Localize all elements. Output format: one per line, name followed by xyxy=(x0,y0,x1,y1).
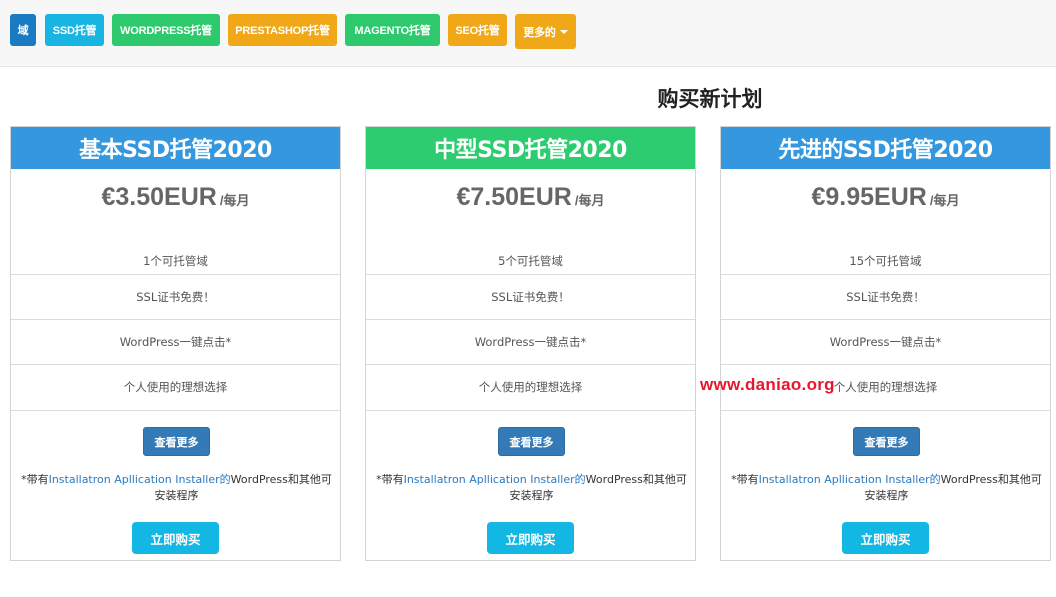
feature-text: 15个可托管域 xyxy=(849,253,922,268)
tab-prestashop-hosting-label: PRESTASHOP托管 xyxy=(235,25,330,37)
view-more-button[interactable]: 查看更多 xyxy=(498,427,565,456)
feature-text: WordPress一键点击* xyxy=(474,335,587,349)
plan-header: 中型SSD托管2020 xyxy=(366,127,695,169)
feature-divider xyxy=(11,410,340,411)
installer-link[interactable]: Installatron Apllication Installer的 xyxy=(759,473,941,486)
feature-item: SSL证书免费！ xyxy=(721,274,1050,319)
plan-header: 先进的SSD托管2020 xyxy=(721,127,1050,169)
feature-item: WordPress一键点击* xyxy=(366,319,695,364)
plan-price: €9.95EUR xyxy=(811,183,927,211)
tab-seo-hosting[interactable]: SEO托管 xyxy=(448,14,507,46)
feature-item: 个人使用的理想选择 xyxy=(11,364,340,409)
feature-text: SSL证书免费！ xyxy=(136,290,215,304)
installer-link[interactable]: Installatron Apllication Installer的 xyxy=(404,473,586,486)
feature-text: 个人使用的理想选择 xyxy=(478,380,583,394)
feature-item: WordPress一键点击* xyxy=(721,319,1050,364)
view-more-button[interactable]: 查看更多 xyxy=(853,427,920,456)
feature-item: 个人使用的理想选择 xyxy=(366,364,695,409)
tab-domains-label: 域 xyxy=(17,25,29,37)
plan-price: €7.50EUR xyxy=(456,183,572,211)
plan-period: /每月 xyxy=(574,193,605,208)
more-dropdown[interactable]: 更多的 xyxy=(515,14,576,49)
plan-name: 基本SSD托管2020 xyxy=(79,138,272,163)
tab-prestashop-hosting[interactable]: PRESTASHOP托管 xyxy=(228,14,337,46)
feature-text: SSL证书免费！ xyxy=(491,290,570,304)
installer-note: *带有Installatron Apllication Installer的Wo… xyxy=(376,472,687,504)
plan-card-advanced: 先进的SSD托管2020 €9.95EUR/每月 15个可托管域 SSL证书免费… xyxy=(720,126,1051,561)
tab-wordpress-hosting[interactable]: WORDPRESS托管 xyxy=(112,14,220,46)
feature-text: WordPress一键点击* xyxy=(829,335,942,349)
tab-wordpress-hosting-label: WORDPRESS托管 xyxy=(120,25,212,37)
feature-divider xyxy=(721,410,1050,411)
caret-down-icon xyxy=(559,30,568,34)
note-prefix: *带有 xyxy=(376,473,404,486)
feature-text: 1个可托管域 xyxy=(143,253,208,268)
feature-item: SSL证书免费！ xyxy=(11,274,340,319)
plan-price: €3.50EUR xyxy=(101,183,217,211)
price-row: €9.95EUR/每月 xyxy=(721,183,1050,212)
watermark: www.daniao.org xyxy=(700,375,835,394)
plan-card-basic: 基本SSD托管2020 €3.50EUR/每月 1个可托管域 SSL证书免费！ … xyxy=(10,126,341,561)
top-nav-bar: 域 SSD托管 WORDPRESS托管 PRESTASHOP托管 MAGENTO… xyxy=(0,0,1056,67)
plan-card-medium: 中型SSD托管2020 €7.50EUR/每月 5个可托管域 SSL证书免费！ … xyxy=(365,126,696,561)
plan-period: /每月 xyxy=(929,193,960,208)
tab-ssd-hosting[interactable]: SSD托管 xyxy=(45,14,104,46)
plan-period: /每月 xyxy=(219,193,250,208)
installer-note: *带有Installatron Apllication Installer的Wo… xyxy=(21,472,332,504)
tab-seo-hosting-label: SEO托管 xyxy=(455,25,500,37)
view-more-button[interactable]: 查看更多 xyxy=(143,427,210,456)
plan-name: 先进的SSD托管2020 xyxy=(778,138,993,163)
price-row: €7.50EUR/每月 xyxy=(366,183,695,212)
tab-domains[interactable]: 域 xyxy=(10,14,36,46)
note-prefix: *带有 xyxy=(731,473,759,486)
feature-divider xyxy=(366,410,695,411)
buy-now-button[interactable]: 立即购买 xyxy=(487,522,574,554)
feature-item: SSL证书免费！ xyxy=(366,274,695,319)
tab-magento-hosting-label: MAGENTO托管 xyxy=(354,25,431,37)
price-row: €3.50EUR/每月 xyxy=(11,183,340,212)
tab-ssd-hosting-label: SSD托管 xyxy=(52,25,97,37)
feature-text: WordPress一键点击* xyxy=(119,335,232,349)
buy-now-button[interactable]: 立即购买 xyxy=(842,522,929,554)
installer-link[interactable]: Installatron Apllication Installer的 xyxy=(49,473,231,486)
note-prefix: *带有 xyxy=(21,473,49,486)
feature-text: 个人使用的理想选择 xyxy=(833,380,938,394)
feature-item: WordPress一键点击* xyxy=(11,319,340,364)
feature-text: 5个可托管域 xyxy=(498,253,563,268)
plan-header: 基本SSD托管2020 xyxy=(11,127,340,169)
feature-text: SSL证书免费！ xyxy=(846,290,925,304)
feature-text: 个人使用的理想选择 xyxy=(123,380,228,394)
plan-name: 中型SSD托管2020 xyxy=(434,138,627,163)
installer-note: *带有Installatron Apllication Installer的Wo… xyxy=(731,472,1042,504)
buy-now-button[interactable]: 立即购买 xyxy=(132,522,219,554)
tab-magento-hosting[interactable]: MAGENTO托管 xyxy=(345,14,440,46)
more-dropdown-label: 更多的 xyxy=(523,26,556,39)
page-title: 购买新计划 xyxy=(657,87,763,111)
